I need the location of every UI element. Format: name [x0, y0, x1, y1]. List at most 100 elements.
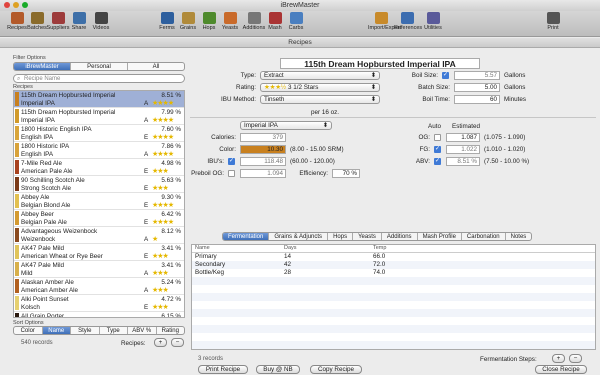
recipe-list-item[interactable]: AK47 Pale Mild American Wheat or Rye Beer… [14, 244, 184, 261]
recipe-style: Kolsch [21, 304, 40, 311]
sort-segment-type[interactable]: Type [100, 327, 128, 334]
fg-field[interactable]: 1.022 [446, 145, 480, 154]
column-header[interactable]: Name [195, 245, 210, 251]
toolbar-yeasts-button[interactable]: Yeasts [217, 12, 243, 31]
recipe-list-item[interactable]: 115th Dream Hopbursted Imperial Imperial … [14, 108, 184, 125]
efficiency-label: Efficiency: [299, 170, 328, 177]
recipe-list-item[interactable]: 7-Mile Red Ale American Pale Ale 4.98 % E ★★… [14, 159, 184, 176]
sort-segment-rating[interactable]: Rating [157, 327, 185, 334]
tab-carbonation[interactable]: Carbonation [462, 233, 506, 240]
table-row[interactable]: Bottle/Keg 28 74.0 [192, 269, 595, 277]
og-field[interactable]: 1.087 [446, 133, 480, 142]
recipe-list-item[interactable]: AK47 Pale Mild Mild 3.41 % A ★★★ [14, 261, 184, 278]
tab-yeasts[interactable]: Yeasts [353, 233, 382, 240]
recipe-list-item[interactable]: Alki Point Sunset Kolsch 4.72 % E ★★★ [14, 295, 184, 312]
zoom-window-button[interactable] [22, 2, 28, 8]
tab-additions[interactable]: Additions [382, 233, 418, 240]
recipe-list-item[interactable]: 1800 Historic English IPA English IPA 7.60… [14, 125, 184, 142]
fg-checkbox[interactable]: ✓ [434, 146, 441, 153]
buy-nb-button[interactable]: Buy @ NB [256, 365, 300, 374]
estimated-label: Estimated [452, 123, 480, 130]
recipe-list-item[interactable]: Advantageous Weizenbock Weizenbock 8.12 % A… [14, 227, 184, 244]
sort-segment-style[interactable]: Style [71, 327, 100, 334]
tab-mash-profile[interactable]: Mash Profile [418, 233, 462, 240]
table-cell: Bottle/Keg [195, 269, 225, 276]
sort-segment-name[interactable]: Name [42, 327, 71, 334]
print-recipe-button[interactable]: Print Recipe [198, 365, 248, 374]
column-header[interactable]: Temp [373, 245, 386, 251]
type-select[interactable]: Extract ⬍ [260, 71, 380, 80]
recipe-list[interactable]: 115th Dream Hopbursted Imperial Imperial … [13, 90, 185, 318]
recipe-abv: 3.41 % [161, 245, 181, 252]
copy-recipe-button[interactable]: Copy Recipe [310, 365, 362, 374]
recipe-stars: ★★★★ [152, 151, 174, 158]
filter-segment-personal[interactable]: Personal [71, 63, 128, 70]
filter-options-label: Filter Options [13, 55, 46, 61]
close-recipe-button[interactable]: Close Recipe [535, 365, 587, 374]
table-row [192, 301, 595, 309]
recipe-list-item[interactable]: Alaskan Amber Ale American Amber Ale 5.24 … [14, 278, 184, 295]
toolbar-videos-button[interactable]: Videos [88, 12, 114, 31]
boil-size-field[interactable]: 5.57 [454, 71, 500, 80]
recipe-list-item[interactable]: All Grain PorterAmerican Stout6.15 %E★★★ [14, 312, 184, 317]
table-header: Name Days Temp [192, 245, 595, 253]
toolbar-print-button[interactable]: Print [540, 12, 566, 31]
recipe-list-item[interactable]: Abbey Beer Belgian Pale Ale 6.42 % E ★★★★ [14, 210, 184, 227]
toolbar-utilities-button[interactable]: Utilities [420, 12, 446, 31]
recipe-list-item[interactable]: 1800 Historic IPA English IPA 7.86 % A ★★★★ [14, 142, 184, 159]
remove-fermentation-step-button[interactable]: − [569, 354, 582, 363]
recipe-list-item[interactable]: 115th Dream Hopbursted Imperial Imperial … [14, 91, 184, 108]
sort-segment-abv-[interactable]: ABV % [128, 327, 157, 334]
preboil-og-checkbox[interactable] [228, 170, 235, 177]
og-checkbox[interactable] [434, 134, 441, 141]
toolbar-references-button[interactable]: References [394, 12, 422, 31]
recipe-stars: ★★★★ [152, 219, 174, 226]
mash-icon [268, 12, 282, 24]
record-count: 540 records [21, 340, 53, 346]
remove-recipe-button[interactable]: − [171, 338, 184, 347]
recipe-grade: A [144, 117, 149, 124]
filter-segment-ibrewmaster[interactable]: iBrewMaster [14, 63, 71, 70]
table-row[interactable]: Primary 14 66.0 [192, 253, 595, 261]
beer-color-swatch [15, 194, 19, 208]
add-fermentation-step-button[interactable]: + [552, 354, 565, 363]
tab-fermentation[interactable]: Fermentation [223, 233, 270, 240]
sort-segment-color[interactable]: Color [14, 327, 43, 334]
recipe-list-item[interactable]: Abbey Ale Belgian Blond Ale 9.30 % E ★★★★ [14, 193, 184, 210]
color-label: Color: [219, 146, 236, 153]
boil-time-field[interactable]: 60 [454, 95, 500, 104]
boil-size-checkbox[interactable]: ✓ [442, 72, 449, 79]
recipe-stars: ★★★ [152, 168, 169, 175]
ibu-method-select[interactable]: Tinseth ⬍ [260, 95, 380, 104]
abv-checkbox[interactable]: ✓ [434, 158, 441, 165]
minimize-window-button[interactable] [13, 2, 19, 8]
add-recipe-button[interactable]: + [154, 338, 167, 347]
toolbar-import-export-button[interactable]: Import/Export [368, 12, 401, 31]
type-label: Type: [240, 72, 256, 79]
efficiency-field[interactable]: 70 % [332, 169, 360, 178]
table-row [192, 309, 595, 317]
close-window-button[interactable] [4, 2, 10, 8]
batch-size-field[interactable]: 5.00 [454, 83, 500, 92]
ibu-checkbox[interactable]: ✓ [228, 158, 235, 165]
column-header[interactable]: Days [284, 245, 297, 251]
recipe-name-field[interactable]: 115th Dream Hopbursted Imperial IPA [280, 58, 480, 69]
table-row [192, 277, 595, 285]
table-row[interactable]: Secondary 42 72.0 [192, 261, 595, 269]
tab-notes[interactable]: Notes [506, 233, 532, 240]
batch-size-label: Batch Size: [418, 84, 450, 91]
recipe-list-item[interactable]: 90 Schilling Scotch Ale Strong Scotch Ale… [14, 176, 184, 193]
recipe-style: Weizenbock [21, 236, 56, 243]
ibu-method-value: Tinseth [264, 96, 285, 103]
filter-segment-all[interactable]: All [128, 63, 184, 70]
search-input[interactable]: ⌕ Recipe Name [13, 74, 185, 83]
tab-grains-adjuncts[interactable]: Grains & Adjuncts [269, 233, 329, 240]
table-cell: 42 [284, 261, 292, 268]
toolbar-carbs-button[interactable]: Carbs [283, 12, 309, 31]
beer-color-swatch [15, 296, 19, 310]
tab-hops[interactable]: Hops [328, 233, 354, 240]
rating-select[interactable]: ★★★½ 3 1/2 Stars ⬍ [260, 83, 380, 92]
references-icon [400, 12, 414, 24]
style-select[interactable]: Imperial IPA ⬍ [240, 121, 332, 130]
recipe-stars: ★★★ [152, 287, 169, 294]
